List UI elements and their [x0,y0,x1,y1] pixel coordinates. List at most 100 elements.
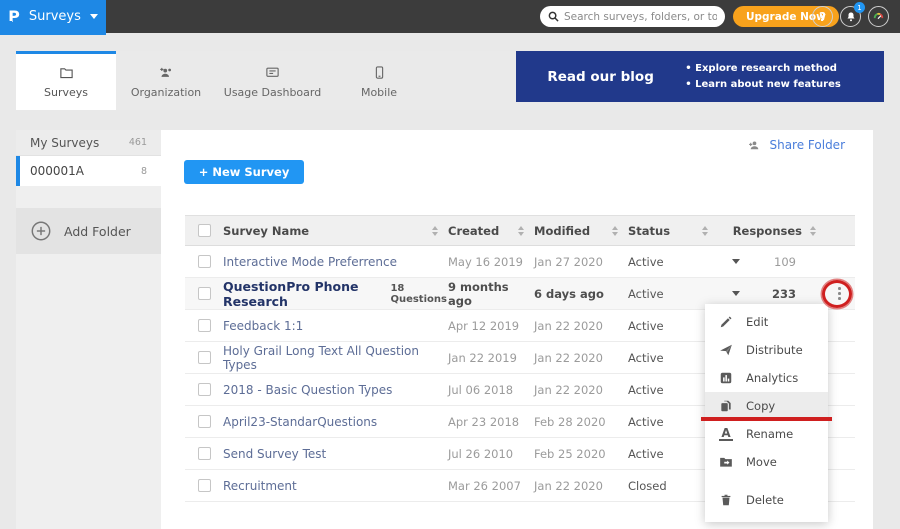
questionpro-logo-icon: P [8,7,20,26]
created-cell: 9 months ago [448,280,534,308]
sort-icon[interactable] [432,226,438,236]
status-cell[interactable]: Active [628,255,718,269]
survey-name-link[interactable]: 2018 - Basic Question Types [223,383,392,397]
row-checkbox[interactable] [198,479,211,492]
survey-name-link[interactable]: Send Survey Test [223,447,326,461]
surveys-page: P Surveys Upgrade Now ? 1 [0,0,900,529]
question-mark-icon: ? [819,10,826,24]
menu-item-edit[interactable]: Edit [705,308,828,336]
product-menu-label: Surveys [29,9,81,24]
banner-bullet: Learn about new features [685,79,841,90]
sidebar-item-000001a[interactable]: 000001A 8 [16,156,161,186]
sort-icon[interactable] [702,226,708,236]
folder-count: 8 [141,166,147,177]
gauge-icon [872,10,885,23]
menu-label: Rename [746,427,793,441]
status-dropdown-caret[interactable] [732,291,740,296]
sidebar-item-my-surveys[interactable]: My Surveys 461 [16,130,161,156]
menu-label: Copy [746,399,775,413]
sort-icon[interactable] [810,226,816,236]
col-header-created: Created [448,224,499,238]
row-actions-kebab-icon[interactable] [834,283,845,304]
menu-item-analytics[interactable]: Analytics [705,364,828,392]
display-icon [264,65,281,80]
row-checkbox[interactable] [198,415,211,428]
tab-usage-dashboard[interactable]: Usage Dashboard [216,51,329,110]
person-add-icon [747,139,762,152]
menu-item-copy[interactable]: Copy [705,392,828,420]
modified-cell: 6 days ago [534,287,628,301]
search-input[interactable] [564,11,717,23]
modified-cell: Jan 22 2020 [534,351,628,365]
menu-label: Delete [746,493,784,507]
banner-bullets: Explore research method Learn about new … [685,63,841,90]
folder-label: My Surveys [30,136,99,150]
new-survey-button[interactable]: + New Survey [184,160,304,184]
created-cell: Jan 22 2019 [448,351,534,365]
banner-title: Read our blog [516,69,685,85]
col-header-survey-name: Survey Name [223,224,309,238]
modified-cell: Jan 22 2020 [534,479,628,493]
global-search[interactable] [540,6,725,27]
plus-circle-icon [30,220,52,242]
top-bar: P Surveys Upgrade Now ? 1 [0,0,900,33]
row-checkbox[interactable] [198,255,211,268]
sort-icon[interactable] [612,226,618,236]
folder-count: 461 [129,137,147,148]
modified-cell: Jan 22 2020 [534,319,628,333]
tab-mobile[interactable]: Mobile [329,51,429,110]
survey-name-link[interactable]: QuestionPro Phone Research [223,279,382,309]
trash-icon [719,493,733,507]
row-checkbox[interactable] [198,287,211,300]
survey-name-link[interactable]: Interactive Mode Preferrence [223,255,397,269]
add-folder-button[interactable]: Add Folder [16,208,161,254]
menu-item-delete[interactable]: Delete [705,486,828,514]
tab-surveys[interactable]: Surveys [16,51,116,110]
created-cell: Jul 26 2010 [448,447,534,461]
help-button[interactable]: ? [812,6,833,27]
share-folder-link[interactable]: Share Folder [747,138,845,152]
created-cell: Apr 23 2018 [448,415,534,429]
created-cell: Apr 12 2019 [448,319,534,333]
survey-name-link[interactable]: April23-StandarQuestions [223,415,377,429]
survey-name-link[interactable]: Recruitment [223,479,297,493]
table-row: Interactive Mode Preferrence May 16 2019… [185,246,855,278]
add-folder-label: Add Folder [64,224,131,239]
logo-accent-bar [0,33,106,35]
menu-label: Analytics [746,371,798,385]
blog-promo-banner[interactable]: Read our blog Explore research method Le… [516,51,884,102]
share-folder-label: Share Folder [769,138,845,152]
menu-label: Distribute [746,343,803,357]
row-checkbox[interactable] [198,447,211,460]
table-header-row: Survey Name Created Modified Status Resp… [185,215,855,246]
modified-cell: Jan 27 2020 [534,255,628,269]
tab-organization[interactable]: Organization [116,51,216,110]
responses-cell: 233 [754,287,824,301]
select-all-checkbox[interactable] [198,224,211,237]
row-checkbox[interactable] [198,351,211,364]
status-dropdown-caret[interactable] [732,259,740,264]
status-cell[interactable]: Active [628,287,718,301]
sort-icon[interactable] [518,226,524,236]
survey-name-link[interactable]: Feedback 1:1 [223,319,303,333]
menu-item-rename[interactable]: A Rename [705,420,828,448]
tab-label: Surveys [44,86,88,99]
sidebar-spacer [16,186,161,208]
move-folder-icon [719,455,733,469]
menu-item-move[interactable]: Move [705,448,828,476]
product-switcher[interactable]: P Surveys [0,0,106,33]
folder-label: 000001A [30,164,84,178]
mobile-icon [371,65,388,80]
row-checkbox[interactable] [198,383,211,396]
usage-meter-button[interactable] [868,6,889,27]
notification-badge: 1 [854,2,865,13]
question-count-badge: 18 Questions [390,283,448,305]
row-checkbox[interactable] [198,319,211,332]
folder-icon [58,65,75,80]
menu-divider [705,476,828,486]
survey-name-link[interactable]: Holy Grail Long Text All Question Types [223,344,448,372]
menu-item-distribute[interactable]: Distribute [705,336,828,364]
notifications-button[interactable]: 1 [840,6,861,27]
tab-label: Usage Dashboard [224,86,321,99]
people-add-icon [158,65,175,80]
